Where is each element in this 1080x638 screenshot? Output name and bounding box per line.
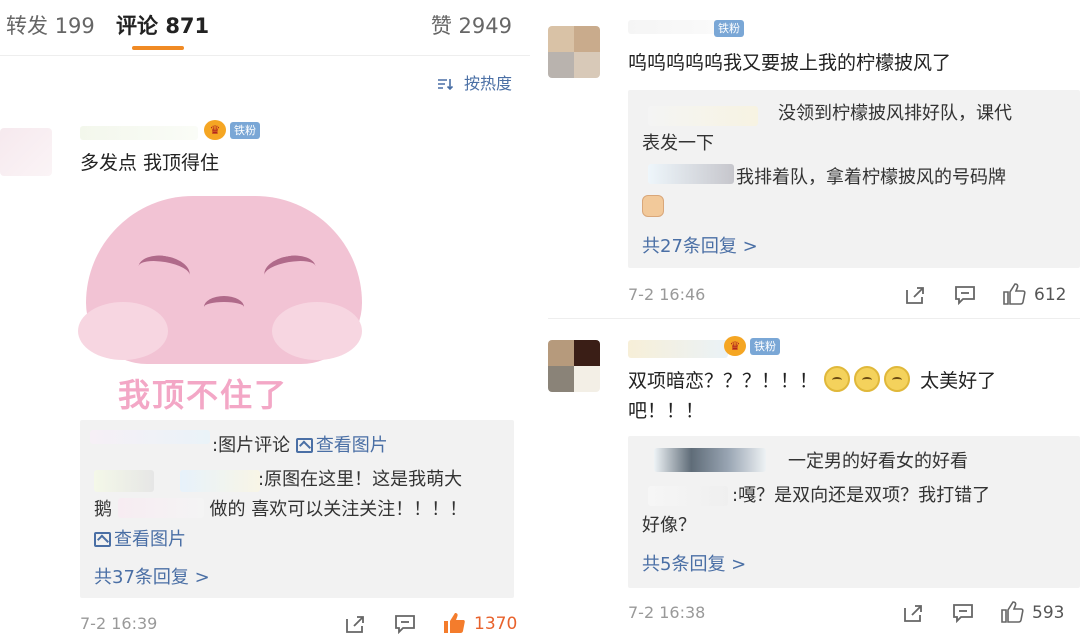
fan-badge: 铁粉 (750, 338, 780, 355)
comment-text: 双项暗恋？？？！！！ 太美好了 吧！！！ (628, 366, 1068, 426)
tab-reposts[interactable]: 转发 199 (6, 10, 95, 40)
more-replies-link[interactable]: 共37条回复 > (94, 563, 210, 589)
view-image-link[interactable]: 查看图片 (295, 435, 388, 456)
reply-line: 我排着队，拿着柠檬披风的号码牌 (736, 167, 1006, 188)
reply-username-blurred (648, 486, 728, 506)
sticker-eye (261, 251, 319, 291)
image-icon (295, 438, 313, 453)
like-count: 612 (1034, 285, 1067, 305)
view-image-link[interactable]: 查看图片 (94, 526, 186, 554)
reply-username-blurred (648, 106, 758, 126)
comment-time: 7-2 16:39 (80, 614, 158, 633)
reply-box[interactable]: 没领到柠檬披风排好队，课代 表发一下 我排着队，拿着柠檬披风的号码牌 共27条回… (628, 90, 1080, 268)
avatar-pixel (574, 340, 600, 366)
tab-likes-label: 赞 (430, 14, 452, 38)
reply-box[interactable]: 一定男的好看女的好看 :嘎？是双向还是双项？我打错了 好像？ 共5条回复 > (628, 436, 1080, 588)
tab-comments[interactable]: 评论 871 (116, 10, 209, 40)
lemon-emoji-icon (854, 366, 881, 392)
comment-icon[interactable] (952, 603, 974, 623)
sticker-caption: 我顶不住了 (118, 376, 289, 410)
sort-label: 按热度 (463, 74, 512, 93)
avatar-pixel (548, 52, 574, 78)
share-icon[interactable] (902, 603, 924, 623)
reply-line: :嘎？是双向还是双项？我打错了 (732, 485, 991, 506)
avatar-pixel (574, 52, 600, 78)
comment-text: 呜呜呜呜呜我又要披上我的柠檬披风了 (628, 52, 952, 74)
crown-icon: ♛ (204, 120, 226, 140)
like-count: 1370 (474, 614, 518, 634)
tab-likes[interactable]: 赞 2949 (431, 10, 512, 40)
like-icon[interactable] (1000, 600, 1024, 624)
reply-line: 一定男的好看女的好看 (788, 451, 968, 472)
share-icon[interactable] (344, 614, 366, 634)
comment-text: 多发点 我顶得住 (80, 152, 220, 174)
right-comments-panel: 铁粉 呜呜呜呜呜我又要披上我的柠檬披风了 没领到柠檬披风排好队，课代 表发一下 … (548, 0, 1080, 638)
avatar[interactable] (0, 128, 52, 176)
fist-emoji-icon (642, 195, 664, 217)
comment-time: 7-2 16:38 (628, 603, 706, 622)
reply-box[interactable]: :图片评论 查看图片 :原图在这里！这是我萌大 鹅 做的 喜欢可以关注关注！！！… (80, 420, 514, 598)
tab-comments-label: 评论 (116, 14, 158, 38)
reply-username-blurred (94, 470, 154, 492)
comment-icon[interactable] (394, 614, 416, 634)
reply-line: 好像？ (642, 515, 696, 536)
image-icon (94, 532, 111, 547)
reply-line: :图片评论 查看图片 (212, 435, 388, 456)
lemon-emoji-icon (884, 366, 911, 392)
username-blurred[interactable] (628, 340, 728, 358)
tab-reposts-label: 转发 (6, 14, 48, 38)
reply-username-blurred (654, 448, 766, 472)
reply-line: 鹅 做的 喜欢可以关注关注！！！！ (94, 498, 468, 520)
avatar[interactable] (548, 340, 600, 392)
reply-username-blurred (180, 470, 260, 492)
comment-time: 7-2 16:46 (628, 285, 706, 304)
fan-badge: 铁粉 (714, 20, 744, 37)
reply-username-blurred (90, 430, 210, 444)
more-replies-link[interactable]: 共27条回复 > (642, 232, 758, 258)
username-blurred[interactable] (80, 126, 198, 140)
crown-icon: ♛ (724, 336, 746, 356)
fan-badge: 铁粉 (230, 122, 260, 139)
comment-icon[interactable] (954, 285, 976, 305)
reply-line: 没领到柠檬披风排好队，课代 (778, 103, 1012, 124)
sticker-mouth (204, 296, 244, 318)
blurred-mention (117, 498, 204, 518)
like-icon[interactable] (442, 611, 466, 635)
tab-likes-count: 2949 (458, 14, 512, 38)
like-count: 593 (1032, 603, 1065, 623)
sticker-cheek (272, 302, 362, 360)
lemon-emoji-icon (824, 366, 851, 392)
reply-emoji-line (642, 194, 664, 222)
avatar-pixel (548, 366, 574, 392)
avatar-pixel (574, 366, 600, 392)
comment-divider (548, 318, 1080, 319)
avatar-pixel (548, 340, 574, 366)
reply-username-blurred (648, 164, 734, 184)
avatar[interactable] (548, 26, 600, 78)
more-replies-link[interactable]: 共5条回复 > (642, 550, 746, 576)
tab-comments-count: 871 (165, 14, 210, 38)
reply-line: :原图在这里！这是我萌大 (258, 469, 463, 490)
tab-bar: 转发 199 评论 871 赞 2949 (0, 0, 530, 56)
avatar-pixel (548, 26, 574, 52)
divider (530, 0, 548, 638)
tab-reposts-count: 199 (54, 14, 95, 38)
sticker-cheek (78, 302, 168, 360)
active-tab-indicator (132, 46, 184, 50)
reply-line: 表发一下 (642, 133, 714, 154)
like-icon[interactable] (1002, 282, 1026, 306)
left-comments-panel: 转发 199 评论 871 赞 2949 按热度 ♛ 铁粉 多发点 我顶得住 我… (0, 0, 530, 638)
sort-icon (437, 79, 453, 90)
sort-by-hot-button[interactable]: 按热度 (437, 70, 512, 94)
sticker-image[interactable]: 我顶不住了 (78, 190, 368, 410)
share-icon[interactable] (904, 285, 926, 305)
avatar-pixel (574, 26, 600, 52)
username-blurred[interactable] (628, 20, 718, 34)
sticker-eye (135, 251, 193, 291)
